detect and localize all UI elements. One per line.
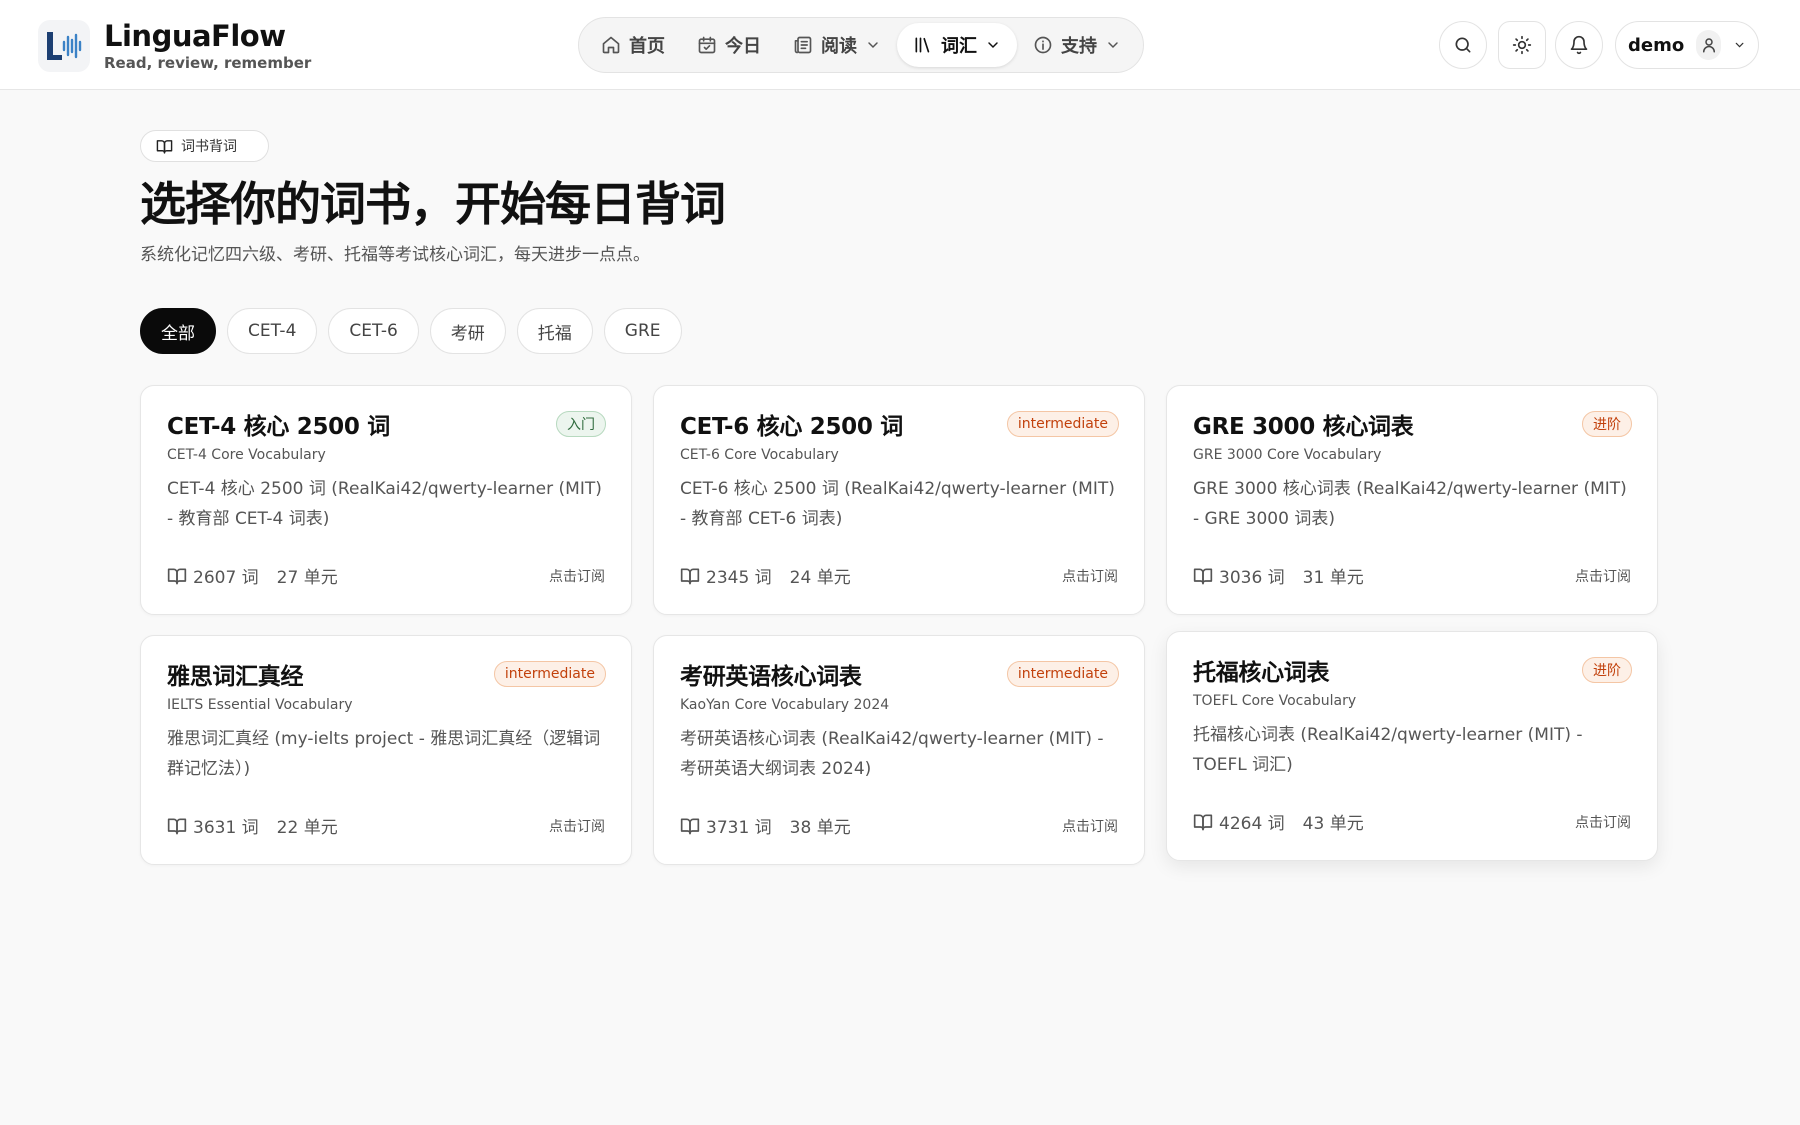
level-badge: intermediate (1006, 661, 1119, 687)
filter-kaoyan[interactable]: 考研 (429, 308, 506, 354)
user-menu[interactable]: demo (1615, 21, 1759, 69)
book-subtitle: GRE 3000 Core Vocabulary (1193, 447, 1382, 463)
bell-icon (1570, 35, 1588, 55)
unit-count: 27 单元 (276, 568, 338, 588)
top-header: LinguaFlow Read, review, remember 首页 今日 … (0, 0, 1800, 90)
unit-count: 22 单元 (276, 818, 338, 838)
book-subtitle: CET-6 Core Vocabulary (680, 447, 839, 463)
book-title: CET-4 核心 2500 词 (167, 414, 390, 440)
word-count: 2607 词 (193, 568, 259, 588)
filter-chips: 全部 CET-4 CET-6 考研 托福 GRE (140, 308, 682, 354)
notifications-button[interactable] (1555, 21, 1603, 69)
book-card-toefl[interactable]: 托福核心词表 TOEFL Core Vocabulary 托福核心词表 (Rea… (1166, 631, 1658, 861)
book-card-cet6[interactable]: CET-6 核心 2500 词 CET-6 Core Vocabulary CE… (653, 385, 1145, 615)
page-subtitle: 系统化记忆四六级、考研、托福等考试核心词汇，每天进步一点点。 (140, 245, 650, 265)
nav-item-vocabulary[interactable]: 词汇 (897, 23, 1017, 67)
filter-cet6[interactable]: CET-6 (328, 308, 419, 354)
nav-item-reading[interactable]: 阅读 (777, 23, 897, 67)
unit-count: 38 单元 (789, 818, 851, 838)
word-count: 3631 词 (193, 818, 259, 838)
book-card-gre[interactable]: GRE 3000 核心词表 GRE 3000 Core Vocabulary G… (1166, 385, 1658, 615)
level-badge: intermediate (493, 661, 606, 687)
subscribe-link[interactable]: 点击订阅 (1575, 566, 1631, 586)
book-subtitle: TOEFL Core Vocabulary (1193, 693, 1357, 709)
subscribe-link[interactable]: 点击订阅 (1062, 566, 1118, 586)
book-open-icon (1193, 814, 1213, 830)
subscribe-link[interactable]: 点击订阅 (1062, 816, 1118, 836)
book-description: 考研英语核心词表 (RealKai42/qwerty-learner (MIT)… (680, 729, 1104, 779)
nav-item-home[interactable]: 首页 (585, 23, 681, 67)
section-badge: 词书背词 (140, 130, 269, 162)
unit-count: 31 单元 (1302, 568, 1364, 588)
book-open-icon (167, 568, 187, 584)
user-name: demo (1628, 34, 1685, 56)
chevron-down-icon (868, 42, 878, 49)
sun-icon (1512, 35, 1532, 55)
chevron-down-icon (1108, 42, 1118, 49)
main-nav: 首页 今日 阅读 词汇 支持 (578, 17, 1144, 73)
nav-item-today[interactable]: 今日 (681, 23, 777, 67)
search-button[interactable] (1439, 21, 1487, 69)
book-card-ielts[interactable]: 雅思词汇真经 IELTS Essential Vocabulary 雅思词汇真经… (140, 635, 632, 865)
chevron-down-icon (988, 42, 998, 49)
subscribe-link[interactable]: 点击订阅 (1575, 812, 1631, 832)
subscribe-link[interactable]: 点击订阅 (549, 816, 605, 836)
book-open-icon (167, 818, 187, 834)
filter-toefl[interactable]: 托福 (516, 308, 593, 354)
search-icon (1455, 37, 1471, 53)
book-open-icon (1193, 568, 1213, 584)
calendar-check-icon (698, 36, 716, 54)
avatar (1696, 30, 1721, 60)
book-open-icon (680, 818, 700, 834)
nav-item-label: 阅读 (821, 36, 857, 57)
book-card-kaoyan[interactable]: 考研英语核心词表 KaoYan Core Vocabulary 2024 考研英… (653, 635, 1145, 865)
word-count: 4264 词 (1219, 814, 1285, 834)
logo-icon (38, 20, 90, 72)
book-title: GRE 3000 核心词表 (1193, 414, 1414, 440)
brand[interactable]: LinguaFlow Read, review, remember (38, 20, 311, 72)
book-description: CET-6 核心 2500 词 (RealKai42/qwerty-learne… (680, 479, 1115, 529)
level-badge: intermediate (1006, 411, 1119, 437)
book-subtitle: KaoYan Core Vocabulary 2024 (680, 697, 890, 713)
nav-item-label: 首页 (629, 36, 665, 57)
word-count: 3731 词 (706, 818, 772, 838)
book-open-icon (680, 568, 700, 584)
word-count: 2345 词 (706, 568, 772, 588)
home-icon (602, 36, 620, 54)
page-title: 选择你的词书，开始每日背词 (140, 177, 726, 231)
nav-item-support[interactable]: 支持 (1017, 23, 1137, 67)
book-card-cet4[interactable]: CET-4 核心 2500 词 CET-4 Core Vocabulary CE… (140, 385, 632, 615)
subscribe-link[interactable]: 点击订阅 (549, 566, 605, 586)
theme-toggle-button[interactable] (1498, 21, 1546, 69)
nav-item-label: 今日 (725, 36, 761, 57)
level-badge: 进阶 (1582, 657, 1632, 683)
level-badge: 入门 (556, 411, 606, 437)
chevron-down-icon (1735, 42, 1744, 48)
book-open-icon (156, 139, 173, 154)
level-badge: 进阶 (1582, 411, 1632, 437)
nav-item-label: 支持 (1061, 36, 1097, 57)
newspaper-icon (794, 36, 812, 54)
section-badge-label: 词书背词 (181, 139, 237, 155)
word-count: 3036 词 (1219, 568, 1285, 588)
book-description: CET-4 核心 2500 词 (RealKai42/qwerty-learne… (167, 479, 602, 529)
nav-item-label: 词汇 (941, 36, 977, 57)
app-tagline: Read, review, remember (104, 54, 312, 72)
unit-count: 43 单元 (1302, 814, 1364, 834)
info-icon (1034, 36, 1052, 54)
app-name: LinguaFlow (104, 19, 286, 53)
book-description: GRE 3000 核心词表 (RealKai42/qwerty-learner … (1193, 479, 1627, 529)
book-description: 雅思词汇真经 (my-ielts project - 雅思词汇真经（逻辑词群记忆… (167, 729, 601, 779)
user-icon (1702, 38, 1715, 53)
library-icon (915, 37, 930, 53)
filter-cet4[interactable]: CET-4 (227, 308, 318, 354)
unit-count: 24 单元 (789, 568, 851, 588)
book-title: 托福核心词表 (1193, 660, 1330, 686)
filter-gre[interactable]: GRE (603, 308, 682, 354)
book-description: 托福核心词表 (RealKai42/qwerty-learner (MIT) -… (1193, 725, 1583, 775)
book-subtitle: IELTS Essential Vocabulary (167, 697, 353, 713)
filter-all[interactable]: 全部 (140, 308, 216, 354)
book-subtitle: CET-4 Core Vocabulary (167, 447, 326, 463)
